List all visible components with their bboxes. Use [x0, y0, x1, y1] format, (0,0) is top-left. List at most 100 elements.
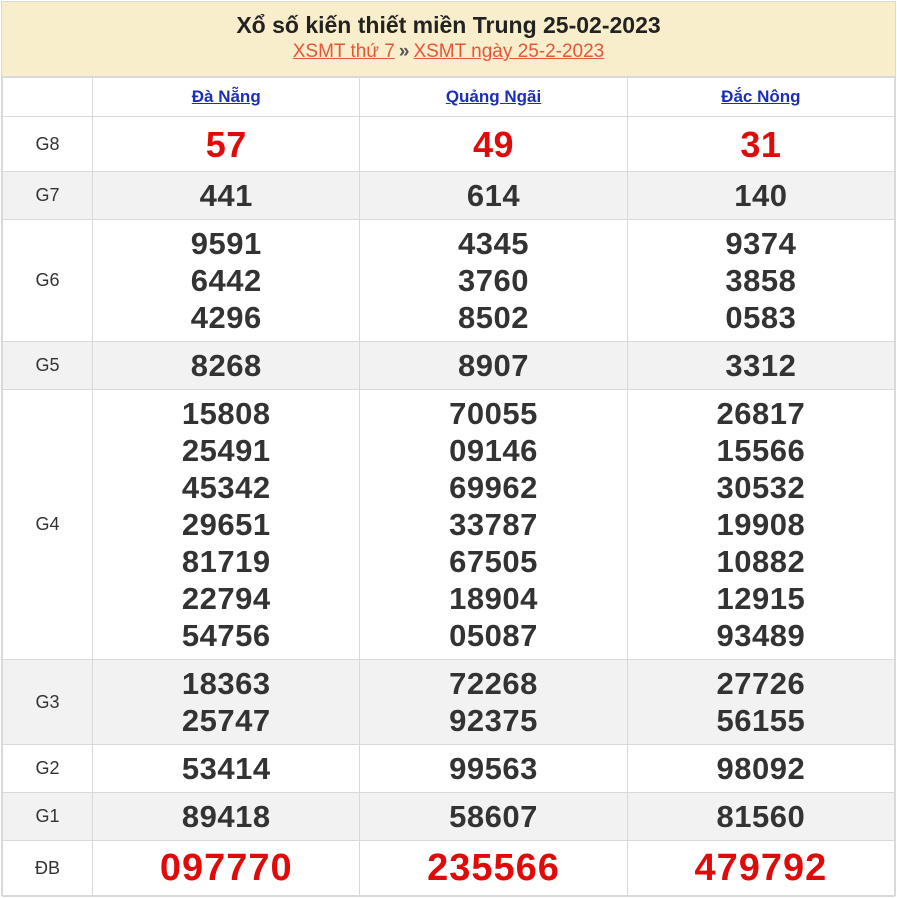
- prize-number: 140: [734, 178, 788, 213]
- province-link-quang-ngai[interactable]: Quảng Ngãi: [446, 87, 541, 106]
- prize-number: 45342: [181, 470, 271, 505]
- prize-number: 69962: [449, 470, 538, 505]
- prize-number: 3858: [725, 263, 797, 298]
- prize-row-g1: G1 89418 58607 81560: [1, 792, 896, 841]
- prize-cell: 097770: [92, 840, 361, 897]
- results-table: Đà Nẵng Quảng Ngãi Đắc Nông G8 57 49 31 G7 44…: [1, 77, 896, 897]
- prize-number: 22794: [181, 581, 271, 616]
- special-prize-number: 235566: [427, 847, 560, 889]
- prize-cell: 72268 92375: [359, 659, 628, 745]
- prize-row-special: ĐB 097770 235566 479792: [1, 840, 896, 897]
- prize-number: 81719: [181, 544, 271, 579]
- prize-cell: 140: [626, 171, 896, 220]
- prize-number: 67505: [449, 544, 538, 579]
- prize-cell: 26817 15566 30532 19908 10882 12915 93489: [626, 389, 896, 660]
- province-link-da-nang[interactable]: Đà Nẵng: [192, 87, 261, 106]
- weekday-results-link[interactable]: XSMT thứ 7: [293, 41, 395, 62]
- prize-cell: 479792: [626, 840, 896, 897]
- prize-number: 98092: [716, 751, 806, 786]
- prize-number: 9591: [190, 226, 262, 261]
- prize-row-g3: G3 18363 25747 72268 92375 27726 56155: [1, 659, 896, 745]
- breadcrumb-separator: »: [398, 41, 410, 62]
- prize-number: 3760: [458, 263, 530, 298]
- prize-label: G2: [1, 744, 94, 793]
- special-prize-number: 097770: [159, 847, 293, 889]
- prize-cell: 98092: [626, 744, 896, 793]
- prize-cell: 99563: [359, 744, 628, 793]
- prize-number: 3312: [725, 348, 797, 383]
- prize-number: 29651: [181, 507, 271, 542]
- prize-label: G5: [1, 341, 94, 390]
- prize-number: 9374: [725, 226, 797, 261]
- prize-number: 49: [473, 123, 515, 165]
- prize-number: 70055: [449, 396, 538, 431]
- breadcrumb: XSMT thứ 7» XSMT ngày 25-2-2023: [2, 41, 895, 63]
- prize-cell: 49: [359, 116, 628, 172]
- date-results-link[interactable]: XSMT ngày 25-2-2023: [413, 41, 604, 62]
- prize-number: 93489: [716, 618, 806, 653]
- prize-number: 12915: [716, 581, 806, 616]
- prize-label: G8: [1, 116, 94, 172]
- lottery-results-panel: Xổ số kiến thiết miền Trung 25-02-2023 X…: [1, 1, 896, 897]
- prize-row-g5: G5 8268 8907 3312: [1, 341, 896, 390]
- prize-number: 53414: [181, 751, 271, 786]
- prize-label: ĐB: [1, 840, 94, 897]
- prize-cell: 53414: [92, 744, 361, 793]
- province-header: Đắc Nông: [626, 77, 896, 117]
- results-header: Xổ số kiến thiết miền Trung 25-02-2023 X…: [2, 2, 895, 77]
- prize-label: G1: [1, 792, 94, 841]
- prize-number: 09146: [449, 433, 538, 468]
- prize-row-g8: G8 57 49 31: [1, 116, 896, 172]
- prize-number: 6442: [190, 263, 262, 298]
- corner-cell: [1, 77, 94, 117]
- prize-number: 56155: [716, 703, 806, 738]
- prize-cell: 9591 6442 4296: [92, 219, 361, 342]
- special-prize-number: 479792: [694, 847, 828, 889]
- prize-cell: 441: [92, 171, 361, 220]
- prize-number: 92375: [449, 703, 538, 738]
- prize-number: 27726: [716, 666, 806, 701]
- prize-cell: 614: [359, 171, 628, 220]
- prize-label: G6: [1, 219, 94, 342]
- province-link-dac-nong[interactable]: Đắc Nông: [721, 87, 800, 106]
- prize-number: 18904: [449, 581, 538, 616]
- prize-cell: 58607: [359, 792, 628, 841]
- province-header: Quảng Ngãi: [359, 77, 628, 117]
- prize-number: 72268: [449, 666, 538, 701]
- prize-number: 614: [466, 178, 521, 213]
- prize-cell: 27726 56155: [626, 659, 896, 745]
- prize-cell: 31: [626, 116, 896, 172]
- prize-number: 8907: [458, 348, 530, 383]
- prize-rows: G8 57 49 31 G7 441 614 140 G6 9591 6442 4296 4345 376…: [1, 116, 896, 897]
- province-header: Đà Nẵng: [92, 77, 361, 117]
- prize-cell: 15808 25491 45342 29651 81719 22794 54756: [92, 389, 361, 660]
- prize-number: 99563: [449, 751, 538, 786]
- prize-number: 57: [205, 123, 247, 165]
- prize-cell: 81560: [626, 792, 896, 841]
- prize-cell: 9374 3858 0583: [626, 219, 896, 342]
- prize-row-g6: G6 9591 6442 4296 4345 3760 8502 9374 3858 0583: [1, 219, 896, 342]
- prize-number: 4345: [458, 226, 530, 261]
- prize-cell: 57: [92, 116, 361, 172]
- prize-row-g4: G4 15808 25491 45342 29651 81719 22794 54756 700…: [1, 389, 896, 660]
- prize-number: 15808: [181, 396, 271, 431]
- prize-cell: 8268: [92, 341, 361, 390]
- prize-cell: 3312: [626, 341, 896, 390]
- prize-number: 25747: [181, 703, 271, 738]
- prize-number: 4296: [190, 300, 262, 335]
- prize-cell: 4345 3760 8502: [359, 219, 628, 342]
- prize-number: 54756: [181, 618, 271, 653]
- prize-number: 26817: [716, 396, 806, 431]
- prize-number: 8502: [458, 300, 530, 335]
- prize-number: 8268: [190, 348, 262, 383]
- prize-number: 31: [740, 123, 782, 165]
- prize-number: 25491: [181, 433, 271, 468]
- prize-cell: 70055 09146 69962 33787 67505 18904 05087: [359, 389, 628, 660]
- page-title: Xổ số kiến thiết miền Trung 25-02-2023: [236, 12, 661, 38]
- prize-cell: 235566: [359, 840, 628, 897]
- province-header-row: Đà Nẵng Quảng Ngãi Đắc Nông: [1, 77, 896, 117]
- prize-number: 30532: [716, 470, 806, 505]
- prize-label: G7: [1, 171, 94, 220]
- prize-row-g2: G2 53414 99563 98092: [1, 744, 896, 793]
- prize-number: 10882: [716, 544, 806, 579]
